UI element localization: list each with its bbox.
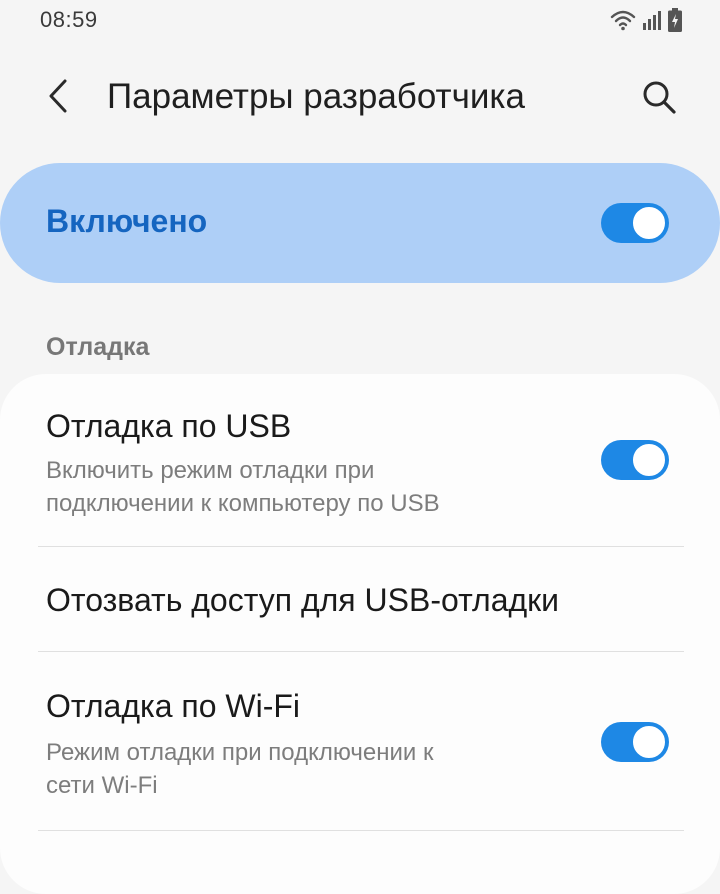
setting-title: Отозвать доступ для USB-отладки <box>46 582 560 618</box>
setting-subtitle: Режим отладки при подключении к сети Wi-… <box>46 736 566 802</box>
back-button[interactable] <box>36 76 80 120</box>
app-bar: Параметры разработчика <box>0 64 720 130</box>
divider <box>38 651 684 652</box>
toggle-knob <box>632 206 666 240</box>
settings-card: Отладка по USB Включить режим отладки пр… <box>0 374 720 894</box>
setting-subtitle: Включить режим отладки при подключении к… <box>46 454 566 520</box>
setting-title: Отладка по Wi-Fi <box>46 688 301 724</box>
usb-debugging-toggle[interactable] <box>601 440 669 480</box>
divider <box>38 546 684 547</box>
toggle-knob <box>632 443 666 477</box>
section-header-debugging: Отладка <box>46 333 150 361</box>
battery-charging-icon <box>668 8 682 32</box>
setting-title: Отладка по USB <box>46 408 292 444</box>
toggle-knob <box>632 725 666 759</box>
search-button[interactable] <box>636 76 682 122</box>
status-icons <box>610 8 682 32</box>
chevron-left-icon <box>45 78 71 119</box>
developer-options-master-switch[interactable]: Включено <box>0 163 720 283</box>
setting-subtitle-line: Режим отладки при подключении к <box>46 739 434 766</box>
setting-subtitle-line: подключении к компьютеру по USB <box>46 490 440 517</box>
master-switch-label: Включено <box>46 203 208 239</box>
signal-icon <box>642 9 662 31</box>
master-toggle[interactable] <box>601 203 669 243</box>
wifi-icon <box>610 9 636 31</box>
divider <box>38 830 684 831</box>
page-title: Параметры разработчика <box>107 77 525 116</box>
status-time: 08:59 <box>40 7 98 32</box>
setting-subtitle-line: Включить режим отладки при <box>46 457 375 484</box>
search-icon <box>641 79 677 120</box>
status-bar: 08:59 <box>0 0 720 44</box>
setting-subtitle-line: сети Wi-Fi <box>46 772 158 799</box>
wifi-debugging-toggle[interactable] <box>601 722 669 762</box>
